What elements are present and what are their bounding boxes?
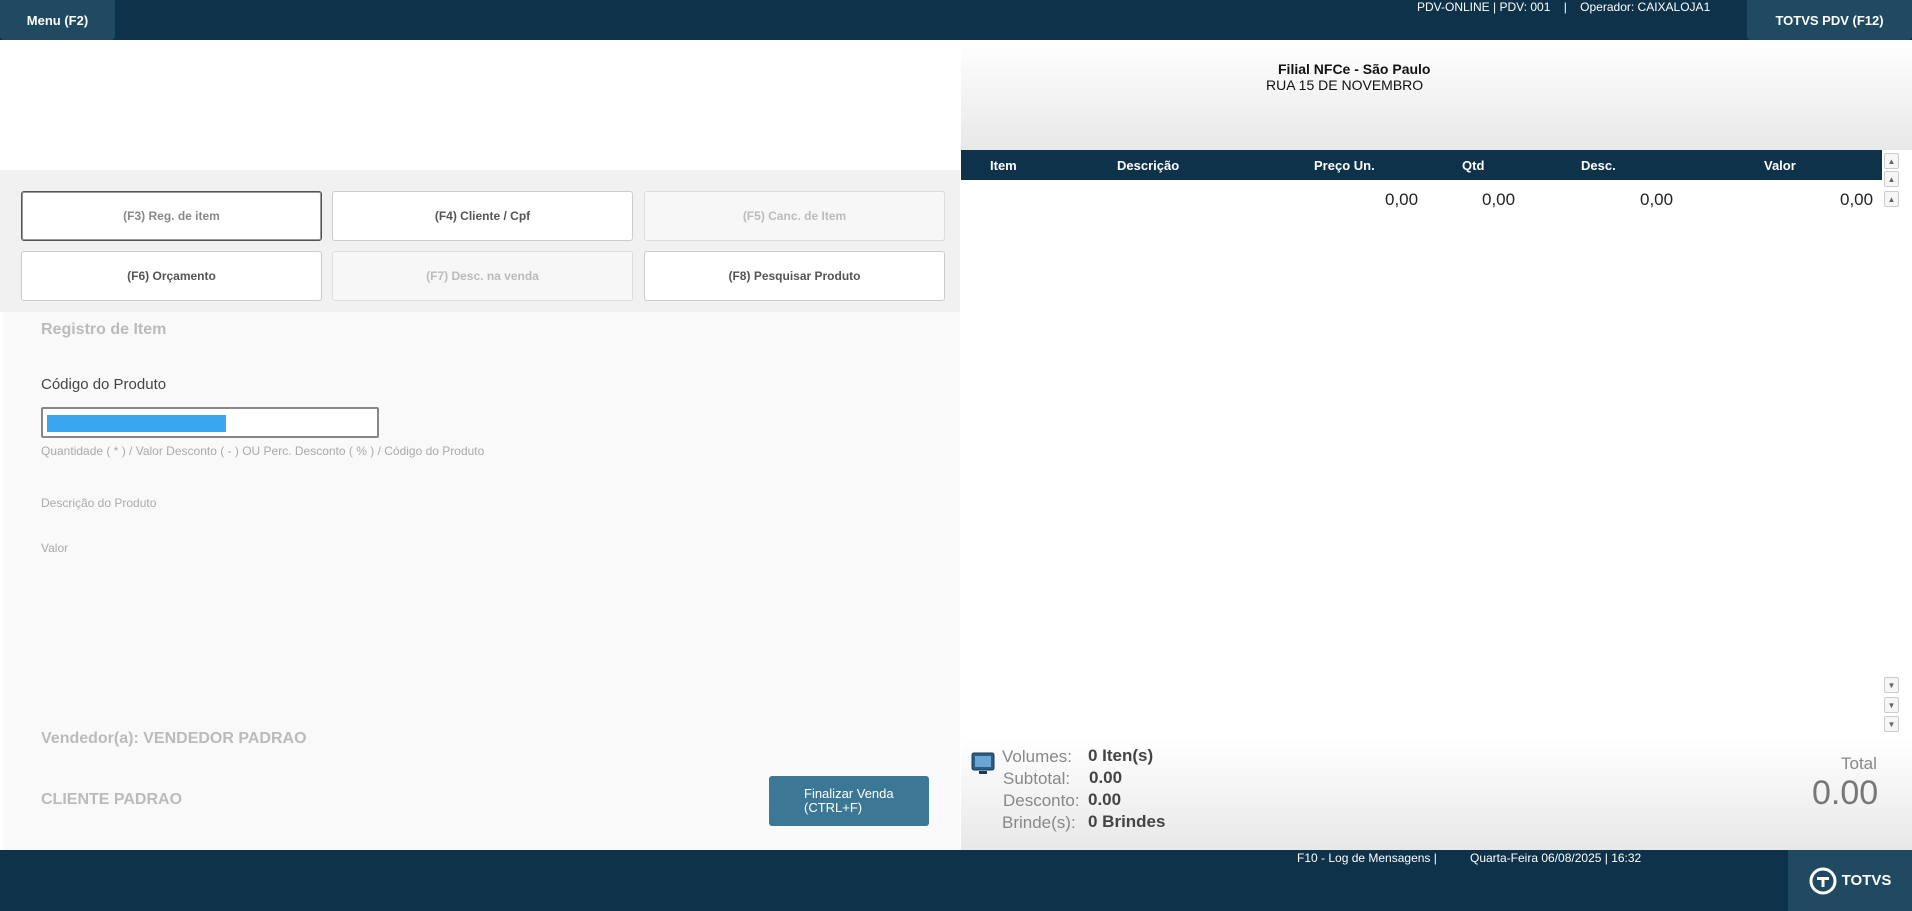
- scroll-up-icon[interactable]: ▲: [1884, 191, 1899, 207]
- reg-item-button[interactable]: (F3) Reg. de item: [21, 191, 322, 241]
- register-title: Registro de Item: [41, 321, 167, 338]
- cliente-cpf-button[interactable]: (F4) Cliente / Cpf: [332, 191, 633, 241]
- col-value: Valor: [1764, 158, 1796, 173]
- col-description: Descrição: [1117, 158, 1180, 173]
- seller-label: Vendedor(a): VENDEDOR PADRAO: [41, 730, 307, 747]
- total-value: 0.00: [1812, 774, 1879, 812]
- items-table-header: Item Descrição Preço Un. Qtd Desc. Valor: [961, 150, 1882, 180]
- scroll-down-icon[interactable]: ▼: [1884, 677, 1899, 693]
- scroll-top-icon[interactable]: ▲: [1884, 153, 1899, 169]
- pesquisar-produto-button[interactable]: (F8) Pesquisar Produto: [644, 251, 945, 301]
- brand-text: TOTVS: [1841, 872, 1892, 889]
- orcamento-button[interactable]: (F6) Orçamento: [21, 251, 322, 301]
- message-log-link[interactable]: F10 - Log de Mensagens |: [1297, 851, 1437, 865]
- items-table-body: 0,00 0,00 0,00 0,00: [961, 180, 1882, 738]
- pdv-status: PDV-ONLINE | PDV: 001 | Operador: CAIXAL…: [1417, 0, 1711, 14]
- finalize-label: Finalizar Venda: [804, 786, 894, 801]
- volumes-label: Volumes:: [1002, 747, 1072, 766]
- col-price: Preço Un.: [1314, 158, 1375, 173]
- scroll-bottom-icon[interactable]: ▼: [1884, 716, 1899, 732]
- scroll-page-down-icon[interactable]: ▼: [1884, 697, 1899, 713]
- store-name: Filial NFCe - São Paulo: [1278, 61, 1431, 77]
- subtotal-value: 0.00: [1089, 768, 1123, 787]
- subtotal-label: Subtotal:: [1003, 769, 1071, 788]
- client-label: CLIENTE PADRAO: [41, 791, 183, 808]
- logo-area: [0, 40, 960, 170]
- code-hint: Quantidade ( * ) / Valor Desconto ( - ) …: [41, 444, 485, 458]
- table-scrollbar[interactable]: ▲ ▲ ▲ ▼ ▼ ▼: [1882, 150, 1912, 738]
- col-qty: Qtd: [1462, 158, 1485, 173]
- value-label: Valor: [41, 541, 69, 555]
- datetime: Quarta-Feira 06/08/2025 | 16:32: [1470, 851, 1642, 865]
- finalizar-venda-button[interactable]: Finalizar Venda (CTRL+F): [769, 776, 929, 826]
- volumes-value: 0 Iten(s): [1088, 746, 1154, 765]
- discount-value: 0.00: [1088, 790, 1122, 809]
- totvs-logo: TOTVS: [1788, 850, 1912, 911]
- gifts-value: 0 Brindes: [1088, 812, 1166, 831]
- canc-item-button[interactable]: (F5) Canc. de Item: [644, 191, 945, 241]
- desc-venda-button[interactable]: (F7) Desc. na venda: [332, 251, 633, 301]
- gifts-label: Brinde(s):: [1002, 813, 1076, 832]
- totvs-pdv-button[interactable]: TOTVS PDV (F12): [1747, 0, 1912, 40]
- row-value: 0,00: [1840, 190, 1874, 209]
- col-item: Item: [990, 158, 1017, 173]
- row-qty: 0,00: [1482, 190, 1516, 209]
- discount-label: Desconto:: [1003, 791, 1080, 810]
- description-label: Descrição do Produto: [41, 496, 157, 510]
- col-discount: Desc.: [1581, 158, 1616, 173]
- code-label: Código do Produto: [41, 376, 167, 393]
- scroll-page-up-icon[interactable]: ▲: [1884, 171, 1899, 187]
- menu-button[interactable]: Menu (F2): [0, 0, 115, 40]
- finalize-shortcut: (CTRL+F): [804, 800, 863, 815]
- row-price: 0,00: [1385, 190, 1419, 209]
- totvs-logo-icon: [1809, 867, 1837, 894]
- store-address: RUA 15 DE NOVEMBRO: [1266, 77, 1424, 93]
- store-header: [961, 40, 1912, 150]
- text-selection: [47, 415, 226, 432]
- product-code-input[interactable]: [41, 407, 379, 438]
- row-discount: 0,00: [1640, 190, 1674, 209]
- total-label: Total: [1841, 754, 1877, 773]
- monitor-icon: [971, 752, 995, 776]
